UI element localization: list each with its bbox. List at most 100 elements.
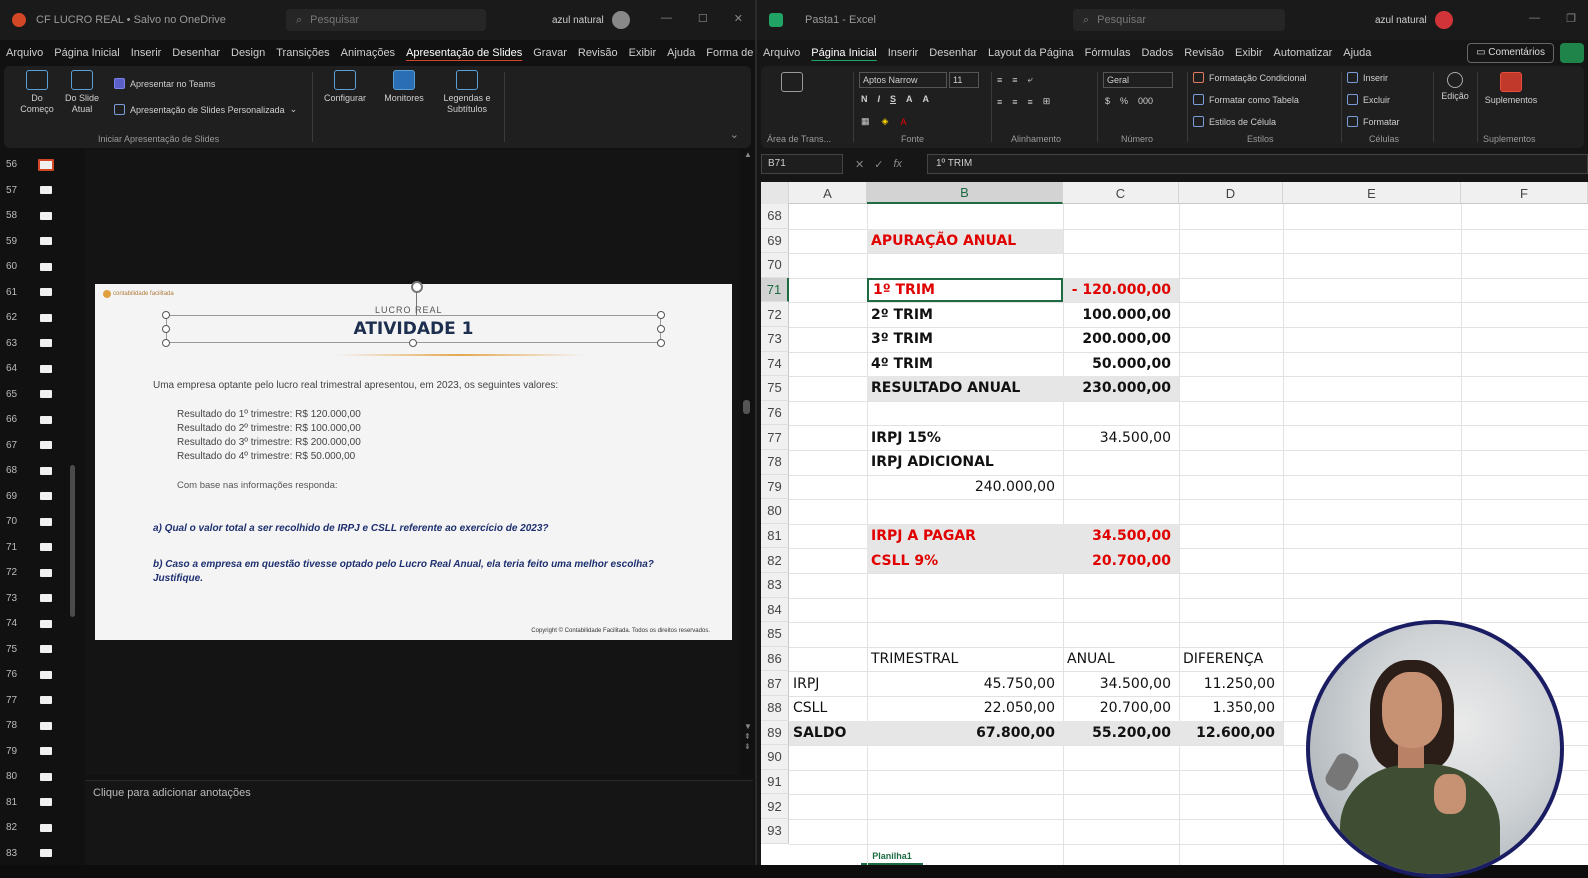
cell-b87[interactable]: 45.750,00 xyxy=(867,671,1063,696)
tab-anima-es[interactable]: Animações xyxy=(341,47,395,59)
resize-handle[interactable] xyxy=(162,325,170,333)
percent-icon[interactable]: % xyxy=(1120,96,1128,106)
number-format-select[interactable]: Geral xyxy=(1103,72,1173,88)
tab-desenhar[interactable]: Desenhar xyxy=(929,47,977,59)
fill-color-icon[interactable]: ◈ xyxy=(882,116,889,127)
slide-thumbnail[interactable]: 71 xyxy=(6,535,56,560)
cancel-icon[interactable]: ✕ xyxy=(855,158,864,171)
tab-dados[interactable]: Dados xyxy=(1141,47,1173,59)
currency-icon[interactable]: $ xyxy=(1105,96,1110,106)
notes-pane[interactable]: Clique para adicionar anotações xyxy=(85,780,753,865)
slide-thumbnail[interactable]: 65 xyxy=(6,382,56,407)
row-header-92[interactable]: 92 xyxy=(761,794,789,819)
row-header-74[interactable]: 74 xyxy=(761,351,789,377)
cell-b72[interactable]: 2º TRIM xyxy=(867,302,1063,327)
paste-button[interactable] xyxy=(777,72,807,95)
align-center-icon[interactable]: ≡ xyxy=(1012,97,1017,107)
tab-ajuda[interactable]: Ajuda xyxy=(1343,47,1371,59)
cell-c89[interactable]: 55.200,00 xyxy=(1063,720,1179,746)
ppt-search-box[interactable]: ⌕ Pesquisar xyxy=(286,9,486,31)
row-header-88[interactable]: 88 xyxy=(761,696,789,721)
row-header-91[interactable]: 91 xyxy=(761,769,789,795)
tab-automatizar[interactable]: Automatizar xyxy=(1274,47,1333,59)
row-header-85[interactable]: 85 xyxy=(761,622,789,647)
editing-button[interactable]: Edição xyxy=(1437,72,1473,102)
resize-handle[interactable] xyxy=(657,311,665,319)
slide-thumbnail[interactable]: 56 xyxy=(6,152,56,177)
font-shrink-icon[interactable]: A xyxy=(923,94,930,104)
name-box[interactable]: B71 xyxy=(761,154,843,174)
row-header-72[interactable]: 72 xyxy=(761,302,789,327)
from-current-button[interactable]: Do Slide Atual xyxy=(60,70,104,115)
tab-design[interactable]: Design xyxy=(231,47,265,59)
row-header-81[interactable]: 81 xyxy=(761,523,789,549)
bold-icon[interactable]: N xyxy=(861,94,868,104)
addins-button[interactable]: Suplementos xyxy=(1481,72,1541,106)
tab-forma-de-f[interactable]: Forma de F xyxy=(706,47,755,59)
align-top-icon[interactable]: ≡ xyxy=(997,75,1002,85)
slide-thumbnail[interactable]: 80 xyxy=(6,764,56,789)
column-header-d[interactable]: D xyxy=(1179,182,1283,204)
avatar[interactable] xyxy=(611,11,630,29)
cell-b69[interactable]: APURAÇÃO ANUAL xyxy=(867,228,1063,254)
tab-arquivo[interactable]: Arquivo xyxy=(763,47,800,59)
excel-search-box[interactable]: ⌕ Pesquisar xyxy=(1073,9,1285,31)
tab-arquivo[interactable]: Arquivo xyxy=(6,47,43,59)
resize-handle[interactable] xyxy=(162,311,170,319)
configure-button[interactable]: Configurar xyxy=(320,70,370,104)
row-header-86[interactable]: 86 xyxy=(761,646,789,672)
slide-thumbnail[interactable]: 75 xyxy=(6,637,56,662)
slide-thumbnail[interactable]: 59 xyxy=(6,229,56,254)
font-grow-icon[interactable]: A xyxy=(906,94,913,104)
scroll-up-icon[interactable]: ▲ xyxy=(744,150,752,159)
sheet-tab[interactable]: Planilha1 xyxy=(861,851,923,865)
italic-icon[interactable]: I xyxy=(878,94,881,104)
tab-p-gina-inicial[interactable]: Página Inicial xyxy=(54,47,119,59)
resize-handle[interactable] xyxy=(409,339,417,347)
rotate-handle-icon[interactable] xyxy=(411,281,423,293)
font-size-select[interactable]: 11 xyxy=(949,72,979,88)
cell-a89[interactable]: SALDO xyxy=(789,720,867,746)
cell-b74[interactable]: 4º TRIM xyxy=(867,352,1063,377)
row-header-83[interactable]: 83 xyxy=(761,573,789,598)
slide-scrollbar[interactable]: ▲ ▼ ⇞ ⇟ xyxy=(743,150,752,775)
cell-c81[interactable]: 34.500,00 xyxy=(1063,523,1179,549)
cell-b73[interactable]: 3º TRIM xyxy=(867,327,1063,352)
scroll-down-icon[interactable]: ▼ ⇞ ⇟ xyxy=(744,722,752,752)
ppt-user[interactable]: azul natural xyxy=(552,11,630,29)
present-teams-button[interactable]: Apresentar no Teams xyxy=(114,78,215,89)
slide-thumbnail[interactable]: 79 xyxy=(6,739,56,764)
slide-thumbnail[interactable]: 74 xyxy=(6,611,56,636)
tab-revis-o[interactable]: Revisão xyxy=(578,47,618,59)
tab-layout-da-p-gina[interactable]: Layout da Página xyxy=(988,47,1074,59)
row-header-79[interactable]: 79 xyxy=(761,474,789,500)
cell-a88[interactable]: CSLL xyxy=(789,696,867,721)
row-header-90[interactable]: 90 xyxy=(761,745,789,770)
underline-icon[interactable]: S xyxy=(890,94,896,104)
tab-inserir[interactable]: Inserir xyxy=(888,47,919,59)
font-color-icon[interactable]: A xyxy=(900,117,906,127)
cell-c73[interactable]: 200.000,00 xyxy=(1063,327,1179,352)
cell-c77[interactable]: 34.500,00 xyxy=(1063,425,1179,450)
tab-inserir[interactable]: Inserir xyxy=(131,47,162,59)
cell-styles-button[interactable]: Estilos de Célula xyxy=(1193,116,1276,127)
slide-thumbnail[interactable]: 77 xyxy=(6,688,56,713)
format-cells-button[interactable]: Formatar xyxy=(1347,116,1400,127)
align-right-icon[interactable]: ≡ xyxy=(1028,97,1033,107)
row-header-89[interactable]: 89 xyxy=(761,720,789,746)
delete-cells-button[interactable]: Excluir xyxy=(1347,94,1390,105)
restore-icon[interactable]: ❐ xyxy=(1566,12,1576,25)
slide-thumbnail[interactable]: 63 xyxy=(6,331,56,356)
cell-b81[interactable]: IRPJ A PAGAR xyxy=(867,523,1063,549)
row-header-69[interactable]: 69 xyxy=(761,228,789,254)
column-header-b[interactable]: B xyxy=(867,182,1063,204)
column-header-a[interactable]: A xyxy=(789,182,867,204)
row-header-93[interactable]: 93 xyxy=(761,819,789,844)
cell-c71[interactable]: - 120.000,00 xyxy=(1063,277,1179,303)
comments-button[interactable]: ▭ Comentários xyxy=(1467,43,1554,63)
scroll-thumb[interactable] xyxy=(743,400,750,414)
cell-c88[interactable]: 20.700,00 xyxy=(1063,696,1179,721)
slide-thumbnail[interactable]: 66 xyxy=(6,407,56,432)
border-icon[interactable]: ▦ xyxy=(861,116,870,127)
column-header-e[interactable]: E xyxy=(1283,182,1461,204)
